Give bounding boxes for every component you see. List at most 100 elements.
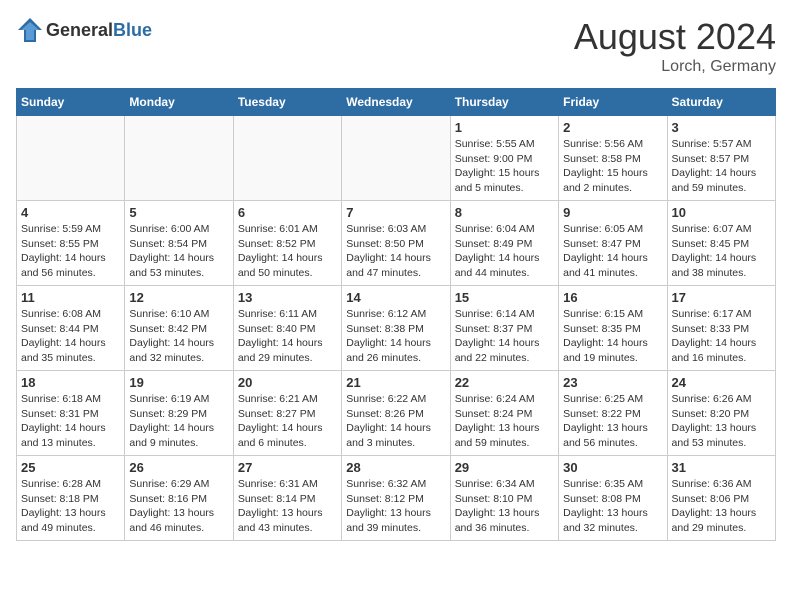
calendar-table: SundayMondayTuesdayWednesdayThursdayFrid… (16, 88, 776, 541)
day-cell: 22Sunrise: 6:24 AMSunset: 8:24 PMDayligh… (450, 371, 558, 456)
day-info: Sunrise: 6:08 AMSunset: 8:44 PMDaylight:… (21, 307, 120, 366)
day-info: Sunrise: 6:05 AMSunset: 8:47 PMDaylight:… (563, 222, 662, 281)
week-row-3: 11Sunrise: 6:08 AMSunset: 8:44 PMDayligh… (17, 286, 776, 371)
day-number: 19 (129, 375, 228, 390)
day-cell: 23Sunrise: 6:25 AMSunset: 8:22 PMDayligh… (559, 371, 667, 456)
day-cell: 5 Sunrise: 6:00 AMSunset: 8:54 PMDaylight… (125, 201, 233, 286)
day-info: Sunrise: 6:03 AMSunset: 8:50 PMDaylight:… (346, 222, 445, 281)
day-cell: 8 Sunrise: 6:04 AMSunset: 8:49 PMDaylight… (450, 201, 558, 286)
day-number: 4 (21, 205, 120, 220)
day-info: Sunrise: 5:56 AMSunset: 8:58 PMDaylight:… (563, 137, 662, 196)
day-cell: 9Sunrise: 6:05 AMSunset: 8:47 PMDaylight… (559, 201, 667, 286)
week-row-1: 1Sunrise: 5:55 AMSunset: 9:00 PMDaylight… (17, 116, 776, 201)
day-number: 12 (129, 290, 228, 305)
weekday-header-row: SundayMondayTuesdayWednesdayThursdayFrid… (17, 89, 776, 116)
weekday-header-monday: Monday (125, 89, 233, 116)
day-info: Sunrise: 6:24 AMSunset: 8:24 PMDaylight:… (455, 392, 554, 451)
day-info: Sunrise: 6:00 AMSunset: 8:54 PMDaylight:… (129, 222, 228, 281)
day-cell: 11Sunrise: 6:08 AMSunset: 8:44 PMDayligh… (17, 286, 125, 371)
day-number: 23 (563, 375, 662, 390)
day-number: 25 (21, 460, 120, 475)
day-cell (125, 116, 233, 201)
day-number: 15 (455, 290, 554, 305)
day-info: Sunrise: 6:10 AMSunset: 8:42 PMDaylight:… (129, 307, 228, 366)
weekday-header-saturday: Saturday (667, 89, 775, 116)
day-cell: 10Sunrise: 6:07 AMSunset: 8:45 PMDayligh… (667, 201, 775, 286)
day-info: Sunrise: 6:19 AMSunset: 8:29 PMDaylight:… (129, 392, 228, 451)
day-cell: 24 Sunrise: 6:26 AMSunset: 8:20 PMDayligh… (667, 371, 775, 456)
day-cell: 19 Sunrise: 6:19 AMSunset: 8:29 PMDayligh… (125, 371, 233, 456)
day-cell: 28 Sunrise: 6:32 AMSunset: 8:12 PMDayligh… (342, 456, 450, 541)
logo-general: General (46, 20, 113, 40)
day-cell: 1Sunrise: 5:55 AMSunset: 9:00 PMDaylight… (450, 116, 558, 201)
day-info: Sunrise: 6:18 AMSunset: 8:31 PMDaylight:… (21, 392, 120, 451)
day-info: Sunrise: 6:29 AMSunset: 8:16 PMDaylight:… (129, 477, 228, 536)
day-number: 1 (455, 120, 554, 135)
day-number: 16 (563, 290, 662, 305)
day-number: 8 (455, 205, 554, 220)
day-info: Sunrise: 6:35 AMSunset: 8:08 PMDaylight:… (563, 477, 662, 536)
location-title: Lorch, Germany (574, 58, 776, 76)
day-info: Sunrise: 6:12 AMSunset: 8:38 PMDaylight:… (346, 307, 445, 366)
day-cell: 20 Sunrise: 6:21 AMSunset: 8:27 PMDayligh… (233, 371, 341, 456)
week-row-2: 4 Sunrise: 5:59 AMSunset: 8:55 PMDaylight… (17, 201, 776, 286)
day-cell: 16Sunrise: 6:15 AMSunset: 8:35 PMDayligh… (559, 286, 667, 371)
day-info: Sunrise: 5:59 AMSunset: 8:55 PMDaylight:… (21, 222, 120, 281)
day-number: 20 (238, 375, 337, 390)
day-info: Sunrise: 6:36 AMSunset: 8:06 PMDaylight:… (672, 477, 771, 536)
day-number: 5 (129, 205, 228, 220)
logo-blue: Blue (113, 20, 152, 40)
day-cell (233, 116, 341, 201)
day-cell: 25 Sunrise: 6:28 AMSunset: 8:18 PMDayligh… (17, 456, 125, 541)
day-number: 2 (563, 120, 662, 135)
month-title: August 2024 (574, 16, 776, 58)
week-row-4: 18 Sunrise: 6:18 AMSunset: 8:31 PMDayligh… (17, 371, 776, 456)
day-cell: 26 Sunrise: 6:29 AMSunset: 8:16 PMDayligh… (125, 456, 233, 541)
day-cell: 12 Sunrise: 6:10 AMSunset: 8:42 PMDayligh… (125, 286, 233, 371)
day-number: 27 (238, 460, 337, 475)
day-info: Sunrise: 6:26 AMSunset: 8:20 PMDaylight:… (672, 392, 771, 451)
day-cell: 3 Sunrise: 5:57 AMSunset: 8:57 PMDaylight… (667, 116, 775, 201)
logo-icon (16, 16, 44, 44)
day-number: 17 (672, 290, 771, 305)
day-info: Sunrise: 6:17 AMSunset: 8:33 PMDaylight:… (672, 307, 771, 366)
day-number: 29 (455, 460, 554, 475)
day-number: 3 (672, 120, 771, 135)
day-info: Sunrise: 6:31 AMSunset: 8:14 PMDaylight:… (238, 477, 337, 536)
day-number: 18 (21, 375, 120, 390)
day-info: Sunrise: 6:21 AMSunset: 8:27 PMDaylight:… (238, 392, 337, 451)
day-cell: 17 Sunrise: 6:17 AMSunset: 8:33 PMDayligh… (667, 286, 775, 371)
weekday-header-sunday: Sunday (17, 89, 125, 116)
logo: GeneralBlue (16, 16, 152, 44)
day-cell (342, 116, 450, 201)
day-number: 14 (346, 290, 445, 305)
day-number: 31 (672, 460, 771, 475)
day-info: Sunrise: 6:11 AMSunset: 8:40 PMDaylight:… (238, 307, 337, 366)
week-row-5: 25 Sunrise: 6:28 AMSunset: 8:18 PMDayligh… (17, 456, 776, 541)
day-cell: 21Sunrise: 6:22 AMSunset: 8:26 PMDayligh… (342, 371, 450, 456)
day-cell: 27 Sunrise: 6:31 AMSunset: 8:14 PMDayligh… (233, 456, 341, 541)
day-info: Sunrise: 6:32 AMSunset: 8:12 PMDaylight:… (346, 477, 445, 536)
weekday-header-wednesday: Wednesday (342, 89, 450, 116)
day-info: Sunrise: 6:04 AMSunset: 8:49 PMDaylight:… (455, 222, 554, 281)
day-info: Sunrise: 6:22 AMSunset: 8:26 PMDaylight:… (346, 392, 445, 451)
title-block: August 2024 Lorch, Germany (574, 16, 776, 76)
day-number: 26 (129, 460, 228, 475)
day-info: Sunrise: 6:14 AMSunset: 8:37 PMDaylight:… (455, 307, 554, 366)
day-cell: 2 Sunrise: 5:56 AMSunset: 8:58 PMDaylight… (559, 116, 667, 201)
day-number: 28 (346, 460, 445, 475)
day-info: Sunrise: 6:28 AMSunset: 8:18 PMDaylight:… (21, 477, 120, 536)
day-number: 30 (563, 460, 662, 475)
day-cell: 14 Sunrise: 6:12 AMSunset: 8:38 PMDayligh… (342, 286, 450, 371)
day-cell: 18 Sunrise: 6:18 AMSunset: 8:31 PMDayligh… (17, 371, 125, 456)
day-info: Sunrise: 5:57 AMSunset: 8:57 PMDaylight:… (672, 137, 771, 196)
weekday-header-tuesday: Tuesday (233, 89, 341, 116)
day-number: 24 (672, 375, 771, 390)
day-info: Sunrise: 6:34 AMSunset: 8:10 PMDaylight:… (455, 477, 554, 536)
day-cell: 6 Sunrise: 6:01 AMSunset: 8:52 PMDaylight… (233, 201, 341, 286)
day-number: 6 (238, 205, 337, 220)
day-info: Sunrise: 6:07 AMSunset: 8:45 PMDaylight:… (672, 222, 771, 281)
page-header: GeneralBlue August 2024 Lorch, Germany (16, 16, 776, 76)
day-info: Sunrise: 6:01 AMSunset: 8:52 PMDaylight:… (238, 222, 337, 281)
day-number: 7 (346, 205, 445, 220)
